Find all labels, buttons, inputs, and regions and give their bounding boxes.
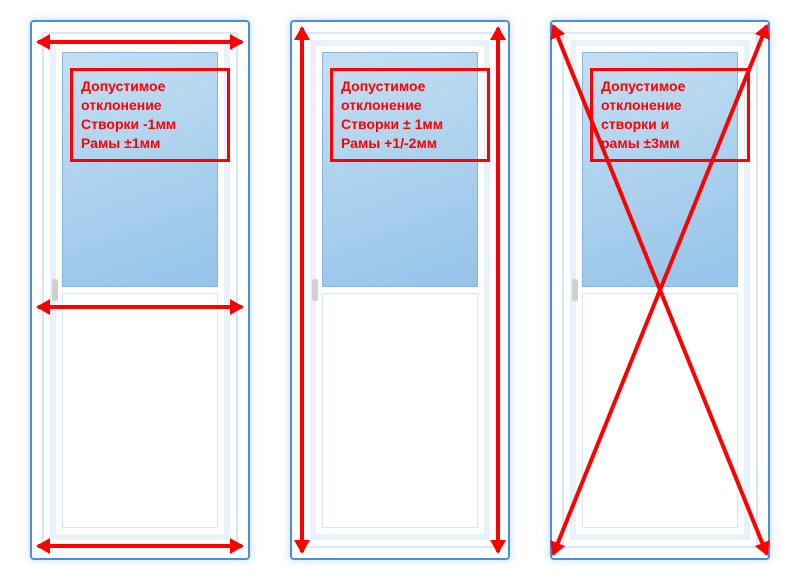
door-diagram-1: Допустимое отклонение Створки -1мм Рамы …	[30, 20, 250, 560]
door-handle	[52, 279, 58, 301]
door-panel	[582, 293, 738, 528]
label-line: отклонение	[601, 97, 682, 113]
arrow-horizontal-bottom	[38, 544, 242, 548]
label-line: Допустимое	[81, 78, 165, 94]
door-handle	[572, 279, 578, 301]
door-diagram-2: Допустимое отклонение Створки ± 1мм Рамы…	[290, 20, 510, 560]
arrow-horizontal-top	[38, 40, 242, 44]
label-line: Створки -1мм	[81, 116, 176, 132]
tolerance-label: Допустимое отклонение створки и рамы ±3м…	[590, 68, 750, 162]
label-line: Допустимое	[341, 78, 425, 94]
tolerance-label: Допустимое отклонение Створки ± 1мм Рамы…	[330, 68, 490, 162]
label-line: створки и	[601, 116, 669, 132]
label-line: Допустимое	[601, 78, 685, 94]
label-line: Рамы ±1мм	[81, 135, 160, 151]
label-line: Рамы +1/-2мм	[341, 135, 437, 151]
door-panel	[322, 293, 478, 528]
tolerance-label: Допустимое отклонение Створки -1мм Рамы …	[70, 68, 230, 162]
door-diagram-3: Допустимое отклонение створки и рамы ±3м…	[550, 20, 770, 560]
label-line: Створки ± 1мм	[341, 116, 443, 132]
arrow-vertical-right	[496, 28, 500, 552]
arrow-horizontal-middle	[38, 305, 242, 309]
label-line: рамы ±3мм	[601, 135, 680, 151]
label-line: отклонение	[81, 97, 162, 113]
door-panel	[62, 293, 218, 528]
label-line: отклонение	[341, 97, 422, 113]
arrow-vertical-left	[300, 28, 304, 552]
door-handle	[312, 279, 318, 301]
